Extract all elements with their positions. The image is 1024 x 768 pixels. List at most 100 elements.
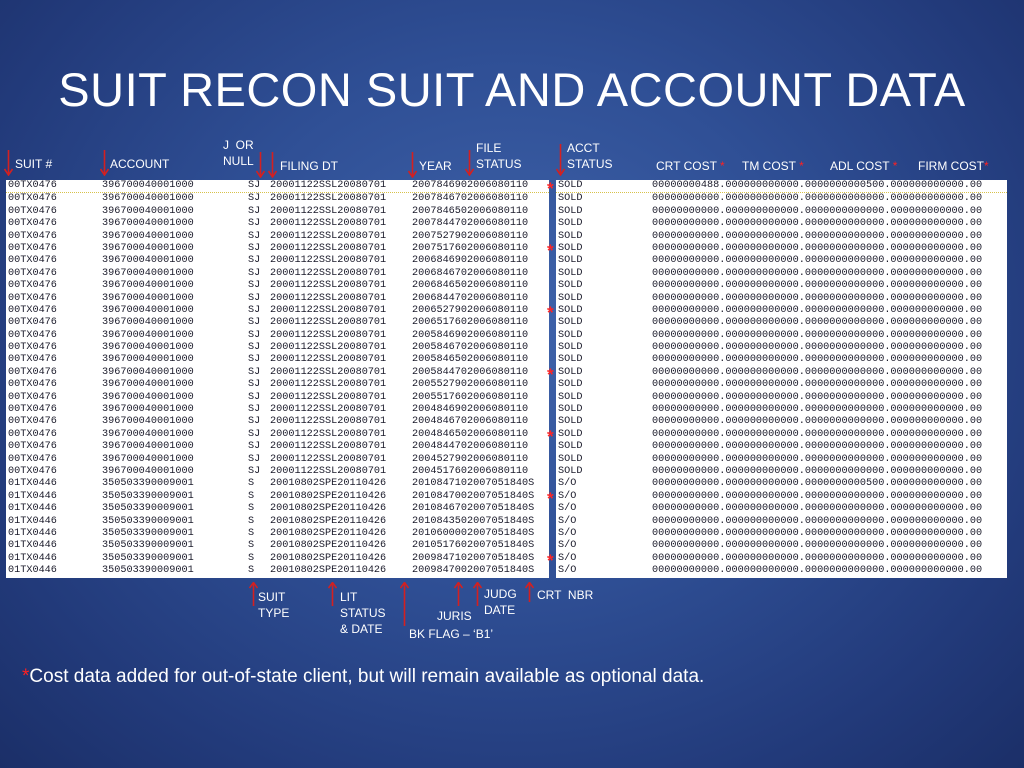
table-row[interactable]: 00TX0476 396700040001000 SJ 20001122SSL2008…: [6, 317, 549, 329]
table-row[interactable]: 00TX0476 396700040001000 SJ 20001122SSL2008…: [6, 193, 549, 205]
suit-number-cell: 00TX0476: [8, 230, 57, 242]
table-row[interactable]: SOLD 00000000000.000000000000.00000000000…: [556, 367, 1007, 379]
table-row[interactable]: 01TX0446 350503390009001 S 20010802SPE20110…: [6, 478, 549, 490]
table-row[interactable]: SOLD 00000000000.000000000000.00000000000…: [556, 342, 1007, 354]
table-row[interactable]: SOLD 00000000000.000000000000.00000000000…: [556, 305, 1007, 317]
account-cost-panel[interactable]: SOLD 00000000488.000000000000.00000000005…: [556, 180, 1007, 578]
arrow-down-icon: [100, 150, 109, 176]
cost-values-cell: 00000000000.000000000000.0000000000000.0…: [652, 441, 983, 453]
table-row[interactable]: 00TX0476 396700040001000 SJ 20001122SSL2008…: [6, 305, 549, 317]
filing-lit-cell: 20001122SSL20080701: [270, 404, 387, 416]
arrow-up-icon: [249, 582, 258, 606]
table-row[interactable]: 00TX0476 396700040001000 SJ 20001122SSL2008…: [6, 404, 549, 416]
arrow-down-icon: [556, 144, 565, 176]
table-row[interactable]: SOLD 00000000000.000000000000.00000000000…: [556, 206, 1007, 218]
table-row[interactable]: S/O 00000000000.000000000000.000000000000…: [556, 540, 1007, 552]
j-or-null-cell: SJ: [248, 317, 261, 329]
suit-number-cell: 00TX0476: [8, 416, 57, 428]
suit-data-panel[interactable]: 00TX0476 396700040001000 SJ 20001122SSL2008…: [6, 180, 549, 578]
table-row[interactable]: S/O 00000000000.000000000000.000000000000…: [556, 516, 1007, 528]
table-row[interactable]: SOLD 00000000000.000000000000.00000000000…: [556, 416, 1007, 428]
table-row[interactable]: 00TX0476 396700040001000 SJ 20001122SSL2008…: [6, 231, 549, 243]
table-row[interactable]: SOLD 00000000488.000000000000.00000000005…: [556, 180, 1007, 194]
table-row[interactable]: S/O 00000000000.000000000000.000000000000…: [556, 528, 1007, 540]
table-row[interactable]: 00TX0476 396700040001000 SJ 20001122SSL2008…: [6, 206, 549, 218]
table-row[interactable]: 00TX0476 396700040001000 SJ 20001122SSL2008…: [6, 454, 549, 466]
year-juris-cell: 2005844702006080110: [412, 366, 529, 378]
table-row[interactable]: SOLD 00000000000.000000000000.00000000000…: [556, 392, 1007, 404]
year-juris-cell: 2006846502006080110: [412, 280, 529, 292]
table-row[interactable]: SOLD 00000000000.000000000000.00000000000…: [556, 466, 1007, 478]
table-row[interactable]: 00TX0476 396700040001000 SJ 20001122SSL2008…: [6, 466, 549, 478]
table-row[interactable]: SOLD 00000000000.000000000000.00000000000…: [556, 293, 1007, 305]
j-or-null-cell: S: [248, 490, 255, 502]
table-row[interactable]: SOLD 00000000000.000000000000.00000000000…: [556, 454, 1007, 466]
table-row[interactable]: SOLD 00000000000.000000000000.00000000000…: [556, 268, 1007, 280]
table-row[interactable]: 01TX0446 350503390009001 S 20010802SPE20110…: [6, 516, 549, 528]
suit-number-cell: 01TX0446: [8, 478, 57, 490]
table-row[interactable]: SOLD 00000000000.000000000000.00000000000…: [556, 441, 1007, 453]
table-row[interactable]: 00TX0476 396700040001000 SJ 20001122SSL2008…: [6, 342, 549, 354]
table-row[interactable]: 00TX0476 396700040001000 SJ 20001122SSL2008…: [6, 243, 549, 255]
table-row[interactable]: SOLD 00000000000.000000000000.00000000000…: [556, 255, 1007, 267]
table-row[interactable]: 01TX0446 350503390009001 S 20010802SPE20110…: [6, 565, 549, 577]
suit-number-cell: 01TX0446: [8, 527, 57, 539]
table-row[interactable]: 00TX0476 396700040001000 SJ 20001122SSL2008…: [6, 268, 549, 280]
j-or-null-cell: SJ: [248, 342, 261, 354]
table-row[interactable]: 00TX0476 396700040001000 SJ 20001122SSL2008…: [6, 280, 549, 292]
table-row[interactable]: 00TX0476 396700040001000 SJ 20001122SSL2008…: [6, 293, 549, 305]
table-row[interactable]: SOLD 00000000000.000000000000.00000000000…: [556, 404, 1007, 416]
year-juris-cell: 2004846702006080110: [412, 416, 529, 428]
table-row[interactable]: 00TX0476 396700040001000 SJ 20001122SSL2008…: [6, 180, 549, 194]
label-j-or-null: J OR NULL: [223, 138, 254, 168]
table-row[interactable]: S/O 00000000000.000000000000.000000000050…: [556, 478, 1007, 490]
table-row[interactable]: 00TX0476 396700040001000 SJ 20001122SSL2008…: [6, 367, 549, 379]
table-row[interactable]: SOLD 00000000000.000000000000.00000000000…: [556, 429, 1007, 441]
table-row[interactable]: 00TX0476 396700040001000 SJ 20001122SSL2008…: [6, 330, 549, 342]
j-or-null-cell: SJ: [248, 280, 261, 292]
table-row[interactable]: 00TX0476 396700040001000 SJ 20001122SSL2008…: [6, 392, 549, 404]
acct-status-cell: SOLD: [558, 441, 583, 453]
table-row[interactable]: 00TX0476 396700040001000 SJ 20001122SSL2008…: [6, 218, 549, 230]
table-row[interactable]: 01TX0446 350503390009001 S 20010802SPE20110…: [6, 540, 549, 552]
account-cell: 396700040001000: [102, 428, 194, 440]
table-row[interactable]: SOLD 00000000000.000000000000.00000000000…: [556, 354, 1007, 366]
table-row[interactable]: SOLD 00000000000.000000000000.00000000000…: [556, 379, 1007, 391]
filing-lit-cell: 20010802SPE20110426: [270, 540, 387, 552]
table-row[interactable]: S/O 00000000000.000000000000.000000000000…: [556, 491, 1007, 503]
table-row[interactable]: SOLD 00000000000.000000000000.00000000000…: [556, 193, 1007, 205]
filing-lit-cell: 20010802SPE20110426: [270, 478, 387, 490]
table-row[interactable]: SOLD 00000000000.000000000000.00000000000…: [556, 218, 1007, 230]
table-row[interactable]: 00TX0476 396700040001000 SJ 20001122SSL2008…: [6, 255, 549, 267]
table-row[interactable]: SOLD 00000000000.000000000000.00000000000…: [556, 231, 1007, 243]
table-row[interactable]: SOLD 00000000000.000000000000.00000000000…: [556, 330, 1007, 342]
label-lit-status: LIT STATUS & DATE: [340, 590, 386, 636]
j-or-null-cell: SJ: [248, 428, 261, 440]
table-row[interactable]: 01TX0446 350503390009001 S 20010802SPE20110…: [6, 528, 549, 540]
table-row[interactable]: 01TX0446 350503390009001 S 20010802SPE20110…: [6, 553, 549, 565]
table-row[interactable]: 00TX0476 396700040001000 SJ 20001122SSL2008…: [6, 379, 549, 391]
table-row[interactable]: S/O 00000000000.000000000000.000000000000…: [556, 565, 1007, 577]
table-row[interactable]: SOLD 00000000000.000000000000.00000000000…: [556, 317, 1007, 329]
table-row[interactable]: 00TX0476 396700040001000 SJ 20001122SSL2008…: [6, 441, 549, 453]
acct-status-cell: SOLD: [558, 404, 583, 416]
filing-lit-cell: 20001122SSL20080701: [270, 342, 387, 354]
table-row[interactable]: S/O 00000000000.000000000000.000000000000…: [556, 503, 1007, 515]
table-row[interactable]: 00TX0476 396700040001000 SJ 20001122SSL2008…: [6, 429, 549, 441]
table-row[interactable]: SOLD 00000000000.000000000000.00000000000…: [556, 280, 1007, 292]
table-row[interactable]: 00TX0476 396700040001000 SJ 20001122SSL2008…: [6, 416, 549, 428]
year-juris-cell: 2006846902006080110: [412, 255, 529, 267]
table-row[interactable]: S/O 00000000000.000000000000.000000000000…: [556, 553, 1007, 565]
j-or-null-cell: SJ: [248, 329, 261, 341]
table-row[interactable]: SOLD 00000000000.000000000000.00000000000…: [556, 243, 1007, 255]
j-or-null-cell: SJ: [248, 230, 261, 242]
account-cell: 396700040001000: [102, 379, 194, 391]
table-row[interactable]: 01TX0446 350503390009001 S 20010802SPE20110…: [6, 503, 549, 515]
filing-lit-cell: 20001122SSL20080701: [270, 453, 387, 465]
arrow-down-icon: [256, 152, 265, 178]
cost-values-cell: 00000000000.000000000000.0000000000000.0…: [652, 404, 983, 416]
table-row[interactable]: 01TX0446 350503390009001 S 20010802SPE20110…: [6, 491, 549, 503]
year-juris-cell: 2004527902006080110: [412, 453, 529, 465]
acct-status-cell: SOLD: [558, 329, 583, 341]
table-row[interactable]: 00TX0476 396700040001000 SJ 20001122SSL2008…: [6, 354, 549, 366]
